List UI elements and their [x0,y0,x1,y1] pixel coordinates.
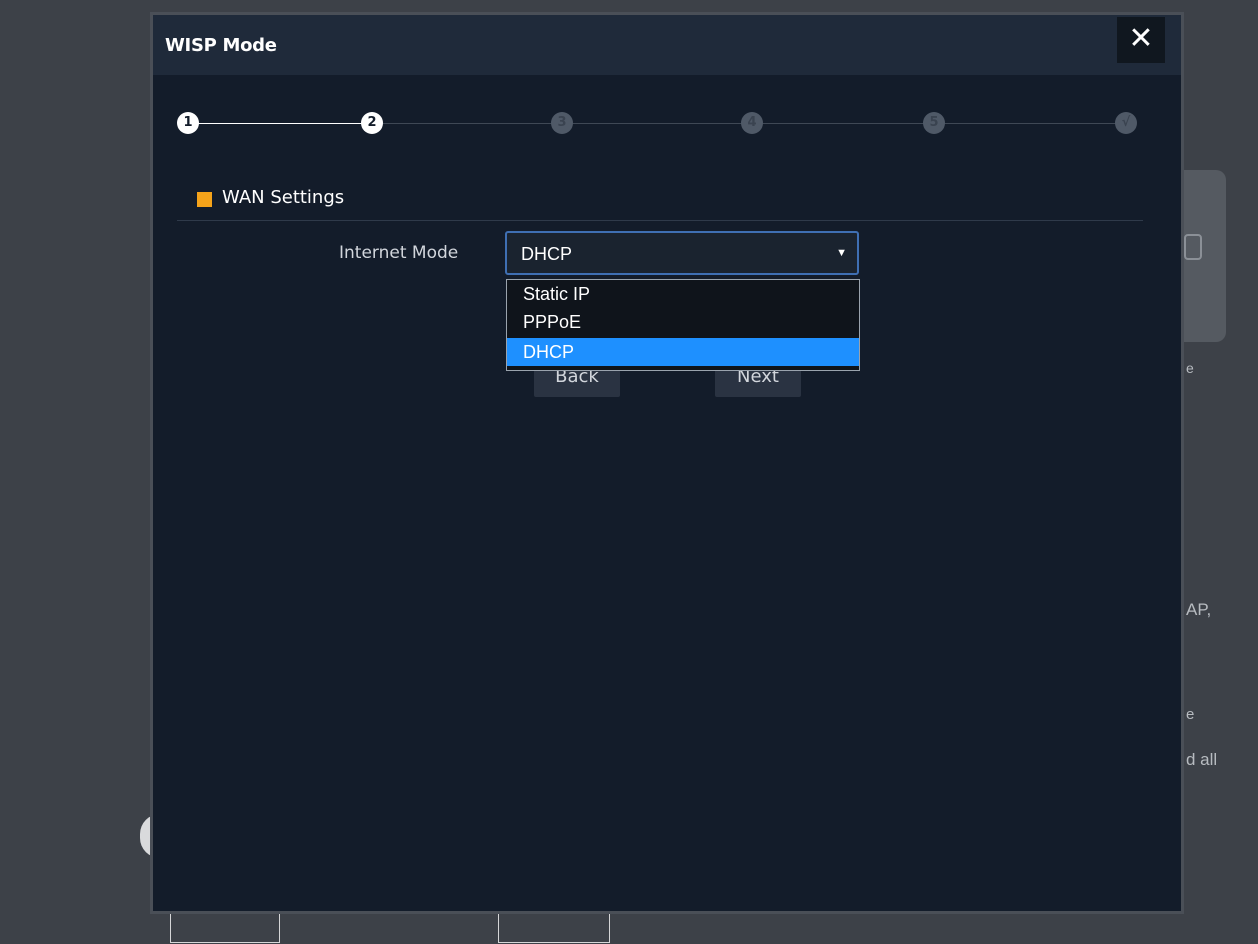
wisp-mode-dialog: WISP Mode ✕ 1 2 3 4 5 √ WAN Settings Int… [150,12,1184,914]
option-pppoe[interactable]: PPPoE [507,308,859,336]
option-dhcp[interactable]: DHCP [507,338,859,366]
wizard-stepper: 1 2 3 4 5 √ [153,15,1181,911]
step-connector [381,123,561,124]
step-connector [761,123,933,124]
step-connector [943,123,1127,124]
section-divider [177,220,1143,221]
step-3-indicator: 3 [551,112,573,134]
chevron-down-icon: ▼ [836,247,847,259]
next-button[interactable]: Next [715,367,801,397]
background-box [170,914,280,943]
section-marker [197,192,212,207]
background-text: d all [1186,750,1218,769]
background-text: AP, [1186,600,1212,619]
internet-mode-select[interactable]: DHCP ▼ [505,231,859,275]
section-title: WAN Settings [222,187,345,208]
internet-mode-label: Internet Mode [339,243,459,263]
step-connector [571,123,751,124]
back-button[interactable]: Back [534,367,620,397]
step-finish-indicator: √ [1115,112,1137,134]
option-static-ip[interactable]: Static IP [507,280,859,308]
step-connector [188,123,371,124]
background-box [498,914,610,943]
step-4-indicator: 4 [741,112,763,134]
background-card-icon [1184,234,1202,260]
internet-mode-dropdown: Static IP PPPoE DHCP [506,279,860,371]
step-1-indicator: 1 [177,112,199,134]
step-2-indicator: 2 [361,112,383,134]
step-5-indicator: 5 [923,112,945,134]
select-value: DHCP [521,244,573,264]
background-text: e [1186,706,1195,723]
background-text: e [1186,360,1194,376]
